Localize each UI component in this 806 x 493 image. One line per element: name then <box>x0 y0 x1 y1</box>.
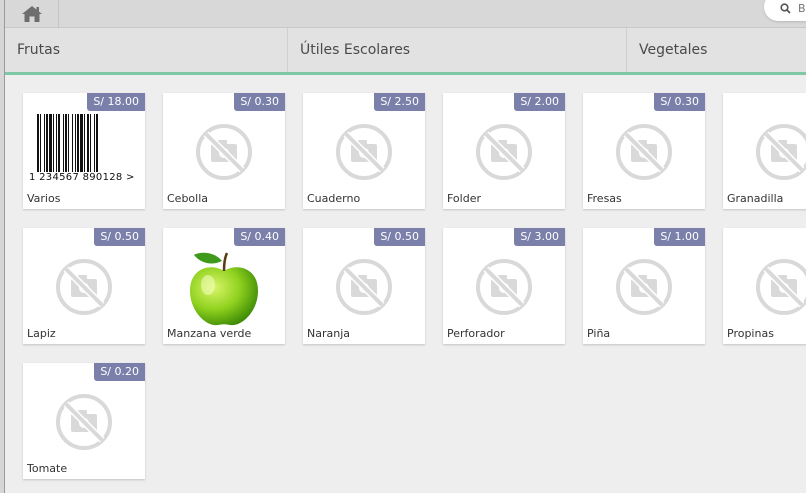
product-price-badge: S/ 0.50 <box>374 228 425 246</box>
product-price-badge: S/ 0.30 <box>234 93 285 111</box>
no-image-icon <box>56 394 112 450</box>
product-image: 1 234567 890128 > <box>23 109 145 195</box>
no-image-icon <box>756 124 806 180</box>
product-price-badge: S/ 0.50 <box>94 228 145 246</box>
product-price-badge: S/ 3.00 <box>514 228 565 246</box>
product-image <box>303 109 425 195</box>
product-card[interactable]: S/ 0.40 Manzana verde <box>163 228 285 344</box>
no-image-icon <box>616 259 672 315</box>
search-box[interactable] <box>764 0 806 21</box>
product-price-badge: S/ 18.00 <box>87 93 145 111</box>
home-icon <box>21 6 42 22</box>
product-card[interactable]: S/ 0.30 Fresas <box>583 93 705 209</box>
product-image <box>723 244 806 330</box>
product-price-badge: S/ 1.00 <box>654 228 705 246</box>
product-image <box>163 244 285 330</box>
product-image <box>303 244 425 330</box>
product-name: Fresas <box>587 192 622 205</box>
product-name: Cuaderno <box>307 192 361 205</box>
product-name: Propinas <box>727 327 774 340</box>
no-image-icon <box>616 124 672 180</box>
product-card[interactable]: S/ 0.50 Naranja <box>303 228 425 344</box>
product-price-badge: S/ 2.00 <box>514 93 565 111</box>
product-image <box>163 109 285 195</box>
no-image-icon <box>336 259 392 315</box>
no-image-icon <box>336 124 392 180</box>
product-name: Varios <box>27 192 61 205</box>
no-image-icon <box>756 259 806 315</box>
product-price-badge: S/ 0.20 <box>94 363 145 381</box>
product-image <box>583 109 705 195</box>
product-card[interactable]: S/Granadilla <box>723 93 806 209</box>
top-bar <box>5 0 806 28</box>
product-name: Folder <box>447 192 481 205</box>
search-input[interactable] <box>798 2 806 15</box>
product-price-badge: S/ 2.50 <box>374 93 425 111</box>
green-apple-image <box>190 252 258 326</box>
product-card[interactable]: S/ 3.00 Perforador <box>443 228 565 344</box>
product-name: Cebolla <box>167 192 209 205</box>
product-name: Piña <box>587 327 611 340</box>
no-image-icon <box>476 259 532 315</box>
product-image <box>583 244 705 330</box>
product-image <box>723 109 806 195</box>
home-button[interactable] <box>5 0 59 28</box>
product-card[interactable]: 1 234567 890128 > S/ 18.00 Varios <box>23 93 145 209</box>
product-card[interactable]: S/ 2.00 Folder <box>443 93 565 209</box>
no-image-icon <box>196 124 252 180</box>
category-bar: Frutas Útiles Escolares Vegetales <box>5 28 806 75</box>
product-image <box>23 379 145 465</box>
product-name: Lapiz <box>27 327 56 340</box>
product-name: Naranja <box>307 327 351 340</box>
product-card[interactable]: S/ 1.00 Piña <box>583 228 705 344</box>
product-name: Perforador <box>447 327 505 340</box>
product-name: Tomate <box>27 462 68 475</box>
barcode-number: 1 234567 890128 > <box>29 172 135 183</box>
barcode-image: 1 234567 890128 > <box>29 114 139 188</box>
product-card[interactable]: S/ 0.30 Cebolla <box>163 93 285 209</box>
no-image-icon <box>56 259 112 315</box>
product-image <box>443 109 565 195</box>
category-utiles-escolares[interactable]: Útiles Escolares <box>288 28 627 72</box>
product-image <box>23 244 145 330</box>
product-price-badge: S/ 0.30 <box>654 93 705 111</box>
category-frutas[interactable]: Frutas <box>5 28 288 72</box>
product-card[interactable]: S/Propinas <box>723 228 806 344</box>
product-card[interactable]: S/ 2.50 Cuaderno <box>303 93 425 209</box>
product-price-badge: S/ 0.40 <box>234 228 285 246</box>
product-name: Manzana verde <box>167 327 252 340</box>
no-image-icon <box>476 124 532 180</box>
product-card[interactable]: S/ 0.20 Tomate <box>23 363 145 479</box>
category-vegetales[interactable]: Vegetales <box>627 28 806 72</box>
search-icon <box>780 3 791 14</box>
product-card[interactable]: S/ 0.50 Lapiz <box>23 228 145 344</box>
product-name: Granadilla <box>727 192 784 205</box>
product-image <box>443 244 565 330</box>
